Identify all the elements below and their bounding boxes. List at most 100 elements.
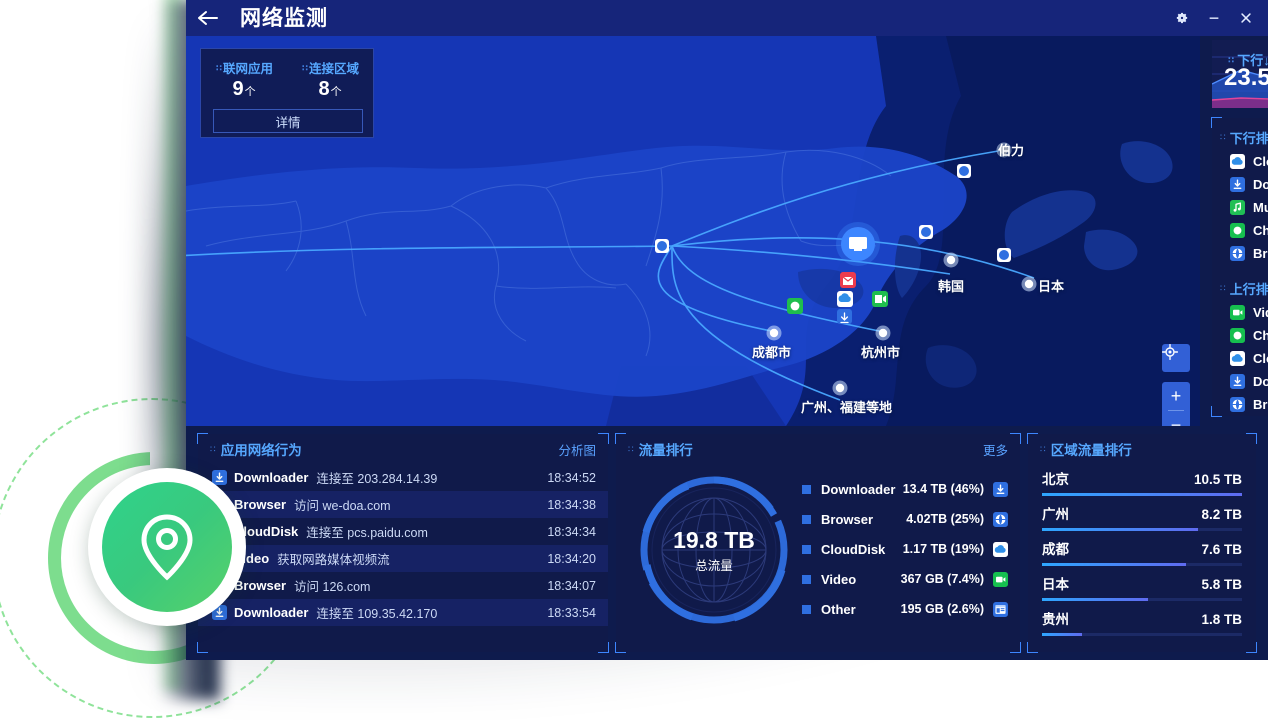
map-zoom-controls[interactable]: + − <box>1162 382 1190 426</box>
region-value: 5.8 TB <box>1201 577 1242 592</box>
traffic-more-link[interactable]: 更多 <box>983 440 1008 459</box>
region-name: 广州 <box>1042 507 1069 522</box>
behavior-action: 连接至 109.35.42.170 <box>316 607 438 621</box>
rank-row[interactable]: Browser↓ 388.6 KB/s <box>1212 242 1268 265</box>
page-title: 网络监测 <box>240 7 328 30</box>
rank-row[interactable]: Chat↑ 281 KB/s <box>1212 324 1268 347</box>
legend-swatch <box>802 544 811 554</box>
back-button[interactable] <box>186 0 230 36</box>
map-label-guangzhou-fujian: 广州、福建等地 <box>801 400 893 415</box>
legend-label: CloudDisk <box>821 541 886 557</box>
rank-row[interactable]: Downloader↑ 281 KB/s <box>1212 370 1268 393</box>
behavior-row[interactable]: Browser 访问 we-doa.com 18:34:38 <box>198 491 608 518</box>
total-traffic-value: 19.8 TB <box>673 527 755 553</box>
close-button[interactable] <box>1232 4 1260 32</box>
behavior-more-link[interactable]: 分析图 <box>558 440 596 459</box>
map-locate-button[interactable] <box>1162 344 1190 372</box>
rank-app-name: Browser <box>1253 246 1268 261</box>
rank-app-name: Downloader <box>1253 177 1268 192</box>
connection-stats-card: ∷联网应用 9个 ∷连接区域 8个 详情 <box>200 48 374 138</box>
legend-value: 1.17 TB (19%) <box>902 542 984 556</box>
behavior-time: 18:34:20 <box>547 551 596 566</box>
window-controls <box>1168 0 1260 36</box>
legend-row[interactable]: CloudDisk 1.17 TB (19%) <box>802 534 1008 564</box>
crosshair-icon[interactable] <box>1162 344 1190 372</box>
app-window: 网络监测 伯力 韩国 日本 成都市 杭州市 广州、福建等地 ∷联网应用 9个 ∷… <box>186 0 1268 660</box>
legend-row[interactable]: Browser 4.02TB (25%) <box>802 504 1008 534</box>
region-row-top: 日本 5.8 TB <box>1042 573 1242 593</box>
corner-bracket <box>1246 642 1257 653</box>
stat-label: 连接区域 <box>308 62 359 76</box>
cloud-icon <box>993 541 1008 557</box>
region-value: 8.2 TB <box>1201 507 1242 522</box>
behavior-action: 访问 126.com <box>294 580 371 594</box>
rank-row[interactable]: Chat↓ 1.8 MB/s <box>1212 219 1268 242</box>
legend-swatch <box>802 574 811 584</box>
region-bar-track <box>1042 563 1242 566</box>
zoom-in-button[interactable]: + <box>1162 382 1190 410</box>
region-header: ∷ 区域流量排行 <box>1028 434 1256 464</box>
download-rank-list: CloudDisk↓ 12.6 MB/sDownloader↓ 1.8 MB/s… <box>1212 150 1268 265</box>
legend-row[interactable]: Video 367 GB (7.4%) <box>802 564 1008 594</box>
rank-row[interactable]: CloudDisk↑ 3.5 KB/s <box>1212 347 1268 370</box>
location-badge <box>88 468 246 626</box>
bullet-icon: ∷ <box>1040 443 1046 454</box>
rank-row[interactable]: Downloader↓ 1.8 MB/s <box>1212 173 1268 196</box>
rank-app-name: Browser <box>1253 397 1268 412</box>
rank-row[interactable]: Video↑ 530 KB/s <box>1212 301 1268 324</box>
app-behavior-panel: ∷ 应用网络行为 分析图 Downloader 连接至 203.284.14.39… <box>197 433 609 653</box>
settings-button[interactable] <box>1168 4 1196 32</box>
corner-bracket <box>1010 642 1021 653</box>
globe-icon <box>1230 246 1245 261</box>
region-bar-fill <box>1042 528 1198 531</box>
minimize-icon <box>1209 17 1219 19</box>
window-icon <box>993 601 1008 617</box>
rank-row[interactable]: MusicPlayer↓ 388.6 KB/s <box>1212 196 1268 219</box>
rank-app-name: MusicPlayer <box>1253 200 1268 215</box>
download-speed-value: 23.5 <box>1224 64 1268 91</box>
legend-row[interactable]: Downloader 13.4 TB (46%) <box>802 474 1008 504</box>
behavior-row[interactable]: Browser 访问 126.com 18:34:07 <box>198 572 608 599</box>
stat-connected-apps: ∷联网应用 9个 <box>201 58 287 103</box>
gear-icon <box>1176 12 1188 24</box>
behavior-row[interactable]: CloudDisk 连接至 pcs.paidu.com 18:34:34 <box>198 518 608 545</box>
behavior-row[interactable]: Downloader 连接至 203.284.14.39 18:34:52 <box>198 464 608 491</box>
detail-button[interactable]: 详情 <box>213 109 363 133</box>
region-bar-track <box>1042 493 1242 496</box>
cloud-icon <box>1230 154 1245 169</box>
region-row-top: 北京 10.5 TB <box>1042 468 1242 488</box>
behavior-row[interactable]: Video 获取网路媒体视频流 18:34:20 <box>198 545 608 572</box>
map-label-chengdu: 成都市 <box>752 345 792 360</box>
map-label-hangzhou: 杭州市 <box>861 345 901 360</box>
behavior-action: 连接至 pcs.paidu.com <box>306 526 428 540</box>
corner-bracket <box>615 642 626 653</box>
minimize-button[interactable] <box>1200 4 1228 32</box>
legend-value: 4.02TB (25%) <box>906 512 984 526</box>
video-icon <box>993 571 1008 587</box>
map-label-japan: 日本 <box>1038 279 1065 294</box>
behavior-row[interactable]: Downloader 连接至 109.35.42.170 18:33:54 <box>198 599 608 626</box>
stat-value-wrap: 9个 <box>201 78 287 103</box>
upload-rank-title: 上行排行 <box>1229 281 1268 297</box>
rank-app-name: Downloader <box>1253 374 1268 389</box>
region-row: 成都 7.6 TB <box>1042 538 1242 566</box>
rank-row[interactable]: CloudDisk↓ 12.6 MB/s <box>1212 150 1268 173</box>
donut-center-text: 19.8 TB 总流量 <box>634 528 794 574</box>
location-pin-icon <box>141 514 193 581</box>
zoom-out-button[interactable]: − <box>1162 411 1190 427</box>
traffic-title: 流量排行 <box>638 443 693 458</box>
behavior-time: 18:34:38 <box>547 497 596 512</box>
legend-label: Browser <box>821 511 874 527</box>
chat-icon <box>1230 223 1245 238</box>
legend-label: Downloader <box>821 481 896 497</box>
region-traffic-panel: ∷ 区域流量排行 北京 10.5 TB 广州 8.2 TB 成都 7.6 TB 日本 5.8 … <box>1027 433 1257 653</box>
screenshot-root: 网络监测 伯力 韩国 日本 成都市 杭州市 广州、福建等地 ∷联网应用 9个 ∷… <box>0 0 1268 720</box>
network-map[interactable]: 伯力 韩国 日本 成都市 杭州市 广州、福建等地 ∷联网应用 9个 ∷连接区域 … <box>186 36 1200 426</box>
region-bar-track <box>1042 633 1242 636</box>
traffic-ranking-panel: ∷ 流量排行 更多 19.8 TB 总流量 Downloader 13.4 TB… <box>615 433 1021 653</box>
legend-row[interactable]: Other 195 GB (2.6%) <box>802 594 1008 624</box>
behavior-action: 访问 we-doa.com <box>294 499 391 513</box>
region-bar-track <box>1042 528 1242 531</box>
bullet-icon: ∷ <box>215 63 223 73</box>
region-value: 10.5 TB <box>1193 472 1242 487</box>
